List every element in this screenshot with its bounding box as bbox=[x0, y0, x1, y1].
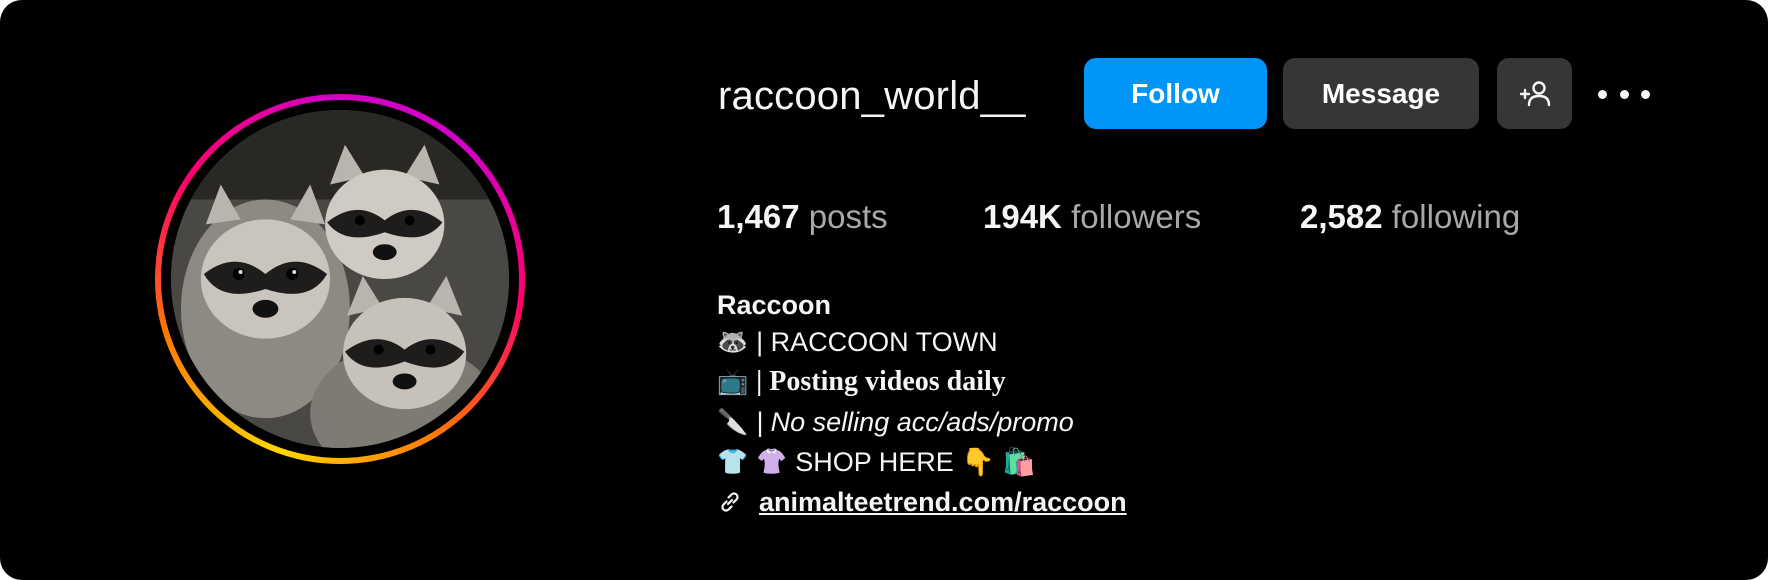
profile-username: raccoon_world__ bbox=[718, 74, 1026, 118]
message-button[interactable]: Message bbox=[1283, 58, 1479, 129]
raccoon-emoji: 🦝 bbox=[717, 327, 749, 356]
bio-link[interactable]: animalteetrend.com/raccoon bbox=[759, 487, 1127, 518]
bio-line-text: | Posting videos daily bbox=[756, 366, 1006, 397]
person-plus-icon bbox=[1519, 80, 1550, 106]
more-dot bbox=[1641, 89, 1650, 99]
following-stat[interactable]: 2,582 following bbox=[1300, 194, 1520, 240]
bio-line: 🦝 | RACCOON TOWN bbox=[717, 323, 998, 361]
shirt-emoji: 👕 👚 bbox=[717, 447, 788, 476]
profile-header-card: raccoon_world__ Follow Message 1,467 pos… bbox=[0, 0, 1768, 580]
more-options-button[interactable] bbox=[1598, 78, 1650, 110]
more-dot bbox=[1619, 89, 1629, 99]
posts-count: 1,467 bbox=[717, 198, 800, 235]
bio-link-row: animalteetrend.com/raccoon bbox=[717, 483, 1127, 521]
posts-label: posts bbox=[808, 198, 888, 235]
followers-label: followers bbox=[1071, 198, 1202, 235]
bio-display-name: Raccoon bbox=[717, 290, 832, 320]
follow-button[interactable]: Follow bbox=[1084, 58, 1267, 129]
following-count: 2,582 bbox=[1300, 198, 1383, 235]
avatar[interactable] bbox=[171, 110, 509, 448]
bio-line: 👕 👚 SHOP HERE 👇 🛍️ bbox=[717, 443, 1036, 481]
posts-stat: 1,467 posts bbox=[717, 194, 888, 240]
knife-emoji: 🔪 bbox=[717, 407, 749, 436]
followers-count: 194K bbox=[983, 198, 1062, 235]
tv-emoji: 📺 bbox=[717, 367, 749, 396]
link-icon bbox=[721, 492, 739, 512]
bio-line: 🔪 | No selling acc/ads/promo bbox=[717, 403, 1074, 441]
suggest-accounts-button[interactable] bbox=[1497, 58, 1572, 129]
bio-line-text: | No selling acc/ads/promo bbox=[756, 406, 1074, 437]
more-horizontal-icon bbox=[1598, 89, 1607, 99]
bio-line-text: SHOP HERE 👇 🛍️ bbox=[795, 447, 1036, 477]
bio-line: 📺 | Posting videos daily bbox=[717, 363, 1006, 401]
following-label: following bbox=[1391, 198, 1521, 235]
followers-stat[interactable]: 194K followers bbox=[983, 194, 1201, 240]
story-ring[interactable] bbox=[155, 94, 525, 464]
raccoon-avatar-image bbox=[171, 110, 509, 448]
bio-line-text: | RACCOON TOWN bbox=[756, 326, 998, 357]
